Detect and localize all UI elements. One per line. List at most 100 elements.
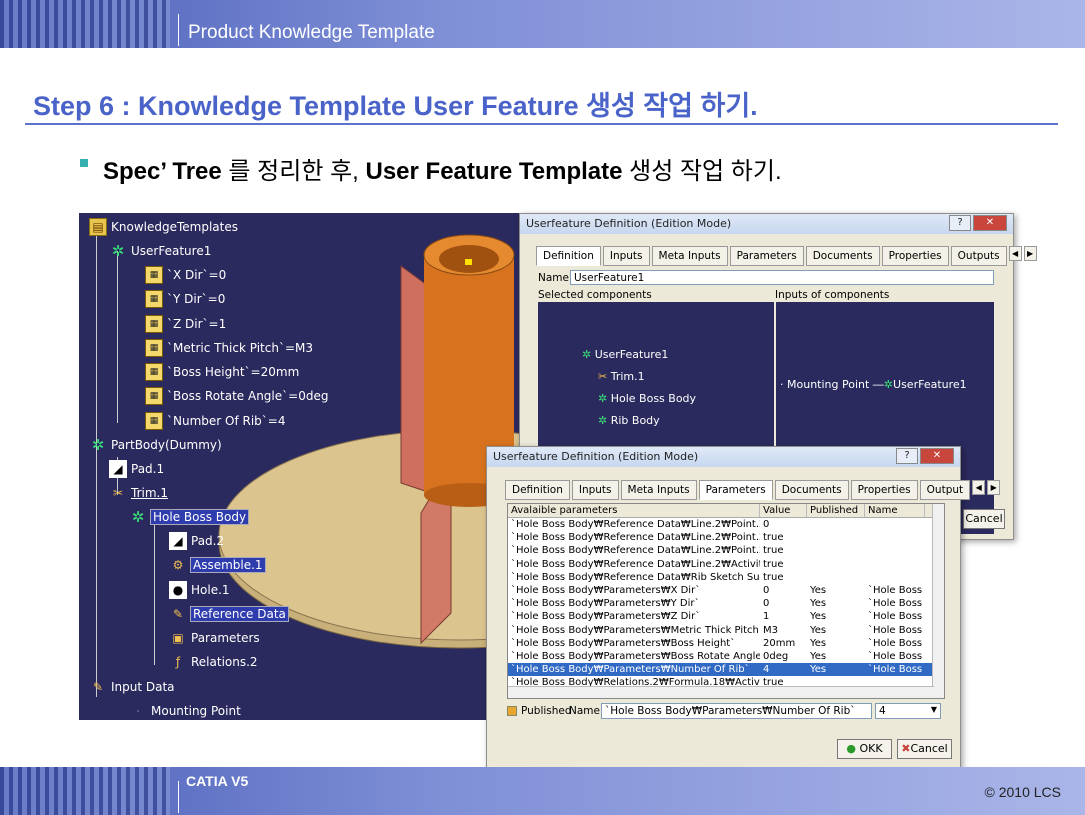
tree-node-partbody[interactable]: ✲ PartBody(Dummy) <box>89 436 222 454</box>
tree-node-reference-data[interactable]: ✎ Reference Data <box>169 605 289 623</box>
horizontal-scrollbar[interactable] <box>508 686 934 698</box>
tree-param-boss-height[interactable]: ▦ `Boss Height`=20mm <box>145 363 299 381</box>
table-cell: Yes <box>810 637 827 649</box>
table-row[interactable]: `Hole Boss Body₩Parameters₩X Dir` 0 Yes `Ho… <box>508 584 944 597</box>
component-hole-boss-body[interactable]: ✲ Hole Boss Body <box>598 392 696 405</box>
tab-definition[interactable]: Definition <box>536 246 601 266</box>
tree-param-number-of-rib[interactable]: ▦ `Number Of Rib`=4 <box>145 412 285 430</box>
tab-inputs[interactable]: Inputs <box>602 246 650 266</box>
col-header-value[interactable]: Value <box>760 504 807 517</box>
tree-node-trim1[interactable]: ✂ Trim.1 <box>109 484 168 502</box>
dialog-titlebar[interactable]: Userfeature Definition (Edition Mode) ? ✕ <box>520 214 1013 234</box>
value-select[interactable]: 4 ▼ <box>875 703 941 719</box>
table-row[interactable]: `Hole Boss Body₩Reference Data₩Line.2₩Ac… <box>508 558 944 571</box>
component-trim[interactable]: ✂ Trim.1 <box>598 370 645 383</box>
help-button[interactable]: ? <box>949 215 971 231</box>
tab-outputs[interactable]: Output <box>919 480 971 500</box>
tab-documents[interactable]: Documents <box>805 246 880 266</box>
tab-documents[interactable]: Documents <box>774 480 849 500</box>
tree-node-knowledge-templates[interactable]: ▤ KnowledgeTemplates <box>89 218 238 236</box>
tree-node-userfeature[interactable]: ✲ UserFeature1 <box>109 242 212 260</box>
tree-param-metric-thick-pitch[interactable]: ▦ `Metric Thick Pitch`=M3 <box>145 339 313 357</box>
tree-node-pad1[interactable]: ◢ Pad.1 <box>109 460 164 478</box>
cancel-button-partial[interactable]: Cancel <box>963 509 1005 529</box>
tree-label: `Metric Thick Pitch`=M3 <box>167 341 314 355</box>
tab-scroll-right-button[interactable]: ▶ <box>987 480 1001 495</box>
tree-label: PartBody(Dummy) <box>111 438 222 452</box>
table-cell: Yes <box>810 624 827 636</box>
col-header-name[interactable]: Name <box>865 504 925 517</box>
tree-node-parameters[interactable]: ▣ Parameters <box>169 629 259 647</box>
userfeature-definition-dialog-2[interactable]: Userfeature Definition (Edition Mode) ? ✕… <box>486 446 1001 771</box>
parameter-name-field[interactable]: `Hole Boss Body₩Parameters₩Number Of Rib… <box>601 703 872 719</box>
tab-inputs[interactable]: Inputs <box>571 480 619 500</box>
tab-parameters[interactable]: Parameters <box>729 246 804 266</box>
tree-node-hole-boss-body[interactable]: ✲ Hole Boss Body <box>129 508 250 526</box>
ok-button[interactable]: ● OKK <box>837 739 892 759</box>
dialog-title: Userfeature Definition (Edition Mode) <box>526 217 732 230</box>
dialog2-tabs: Definition Inputs Meta Inputs Parameters… <box>505 480 1001 500</box>
table-row[interactable]: `Hole Boss Body₩Reference Data₩Line.2₩Po… <box>508 531 944 544</box>
input-mounting-point[interactable]: · Mounting Point ―✲UserFeature1 <box>780 378 967 391</box>
table-cell <box>807 531 865 544</box>
tab-meta-inputs[interactable]: Meta Inputs <box>651 246 728 266</box>
close-button[interactable]: ✕ <box>920 448 954 464</box>
tab-scroll-left-button[interactable]: ◀ <box>1008 246 1022 261</box>
tab-properties[interactable]: Properties <box>850 480 918 500</box>
pad-icon: ◢ <box>169 532 187 550</box>
cancel-button[interactable]: ✖Cancel <box>897 739 952 759</box>
tab-parameters[interactable]: Parameters <box>698 480 773 500</box>
col-header-available-parameters[interactable]: Avalaible parameters <box>508 504 760 517</box>
table-row[interactable]: `Hole Boss Body₩Parameters₩Boss Rotate A… <box>508 650 944 663</box>
tree-node-relations[interactable]: ƒ Relations.2 <box>169 653 258 671</box>
banner-pattern <box>0 767 170 815</box>
tree-param-y-dir[interactable]: ▦ `Y Dir`=0 <box>145 290 225 308</box>
table-row[interactable]: `Hole Boss Body₩Reference Data₩Line.2₩Po… <box>508 518 944 531</box>
tree-label: `Y Dir`=0 <box>167 292 226 306</box>
help-button[interactable]: ? <box>896 448 918 464</box>
close-button[interactable]: ✕ <box>973 215 1007 231</box>
tab-scroll-right-button[interactable]: ▶ <box>1023 246 1037 261</box>
tree-node-mounting-point[interactable]: · Mounting Point <box>129 702 241 720</box>
table-row[interactable]: `Hole Boss Body₩Reference Data₩Line.2₩Po… <box>508 544 944 557</box>
table-cell <box>865 544 925 557</box>
tab-meta-inputs[interactable]: Meta Inputs <box>620 480 697 500</box>
tree-param-boss-rotate-angle[interactable]: ▦ `Boss Rotate Angle`=0deg <box>145 387 328 405</box>
inputs-of-components-label: Inputs of components <box>775 289 890 301</box>
tree-node-input-data[interactable]: ✎ Input Data <box>89 678 175 696</box>
table-header: Avalaible parameters Value Published Nam… <box>508 504 944 518</box>
table-row[interactable]: `Hole Boss Body₩Parameters₩Number Of Rib… <box>508 663 944 677</box>
tree-param-z-dir[interactable]: ▦ `Z Dir`=1 <box>145 315 226 333</box>
table-row[interactable]: `Hole Boss Body₩Parameters₩Z Dir` 1 Yes `Ho… <box>508 610 944 623</box>
tab-outputs[interactable]: Outputs <box>950 246 1007 266</box>
table-row[interactable]: `Hole Boss Body₩Parameters₩Boss Height` 2… <box>508 637 944 650</box>
tree-node-assemble1[interactable]: ⚙ Assemble.1 <box>169 556 266 574</box>
tree-node-pad2[interactable]: ◢ Pad.2 <box>169 532 224 550</box>
tree-node-hole1[interactable]: ● Hole.1 <box>169 581 230 599</box>
table-cell: 0 <box>763 519 770 530</box>
tab-definition[interactable]: Definition <box>505 480 570 500</box>
vertical-scrollbar[interactable] <box>932 504 944 698</box>
table-cell: `Hole Boss Body₩Reference Data₩Line.2₩Po… <box>511 519 760 530</box>
dialog-titlebar[interactable]: Userfeature Definition (Edition Mode) ? ✕ <box>487 447 960 467</box>
table-cell: `Hole Boss B <box>868 611 925 623</box>
tree-label: KnowledgeTemplates <box>111 220 238 234</box>
table-cell: `Hole Boss B <box>868 584 925 596</box>
published-checkbox[interactable]: Published <box>507 705 572 717</box>
tree-label: Hole.1 <box>191 583 230 597</box>
tree-param-x-dir[interactable]: ▦ `X Dir`=0 <box>145 266 226 284</box>
table-cell: `Hole Boss Body₩Parameters₩Z Dir` <box>511 611 701 623</box>
table-row[interactable]: `Hole Boss Body₩Reference Data₩Rib Sketc… <box>508 571 944 584</box>
relations-icon: ƒ <box>175 655 181 669</box>
component-label: Trim.1 <box>610 370 645 383</box>
tab-scroll-left-button[interactable]: ◀ <box>972 480 986 495</box>
table-row[interactable]: `Hole Boss Body₩Parameters₩Metric Thick … <box>508 624 944 637</box>
table-row[interactable]: `Hole Boss Body₩Parameters₩Y Dir` 0 Yes `Ho… <box>508 597 944 610</box>
parameters-table[interactable]: Avalaible parameters Value Published Nam… <box>507 503 945 699</box>
component-userfeature[interactable]: ✲ UserFeature1 <box>582 348 668 361</box>
tree-label: Pad.2 <box>191 534 225 548</box>
component-rib-body[interactable]: ✲ Rib Body <box>598 414 660 427</box>
name-field[interactable]: UserFeature1 <box>570 270 994 285</box>
tab-properties[interactable]: Properties <box>881 246 949 266</box>
col-header-published[interactable]: Published <box>807 504 865 517</box>
